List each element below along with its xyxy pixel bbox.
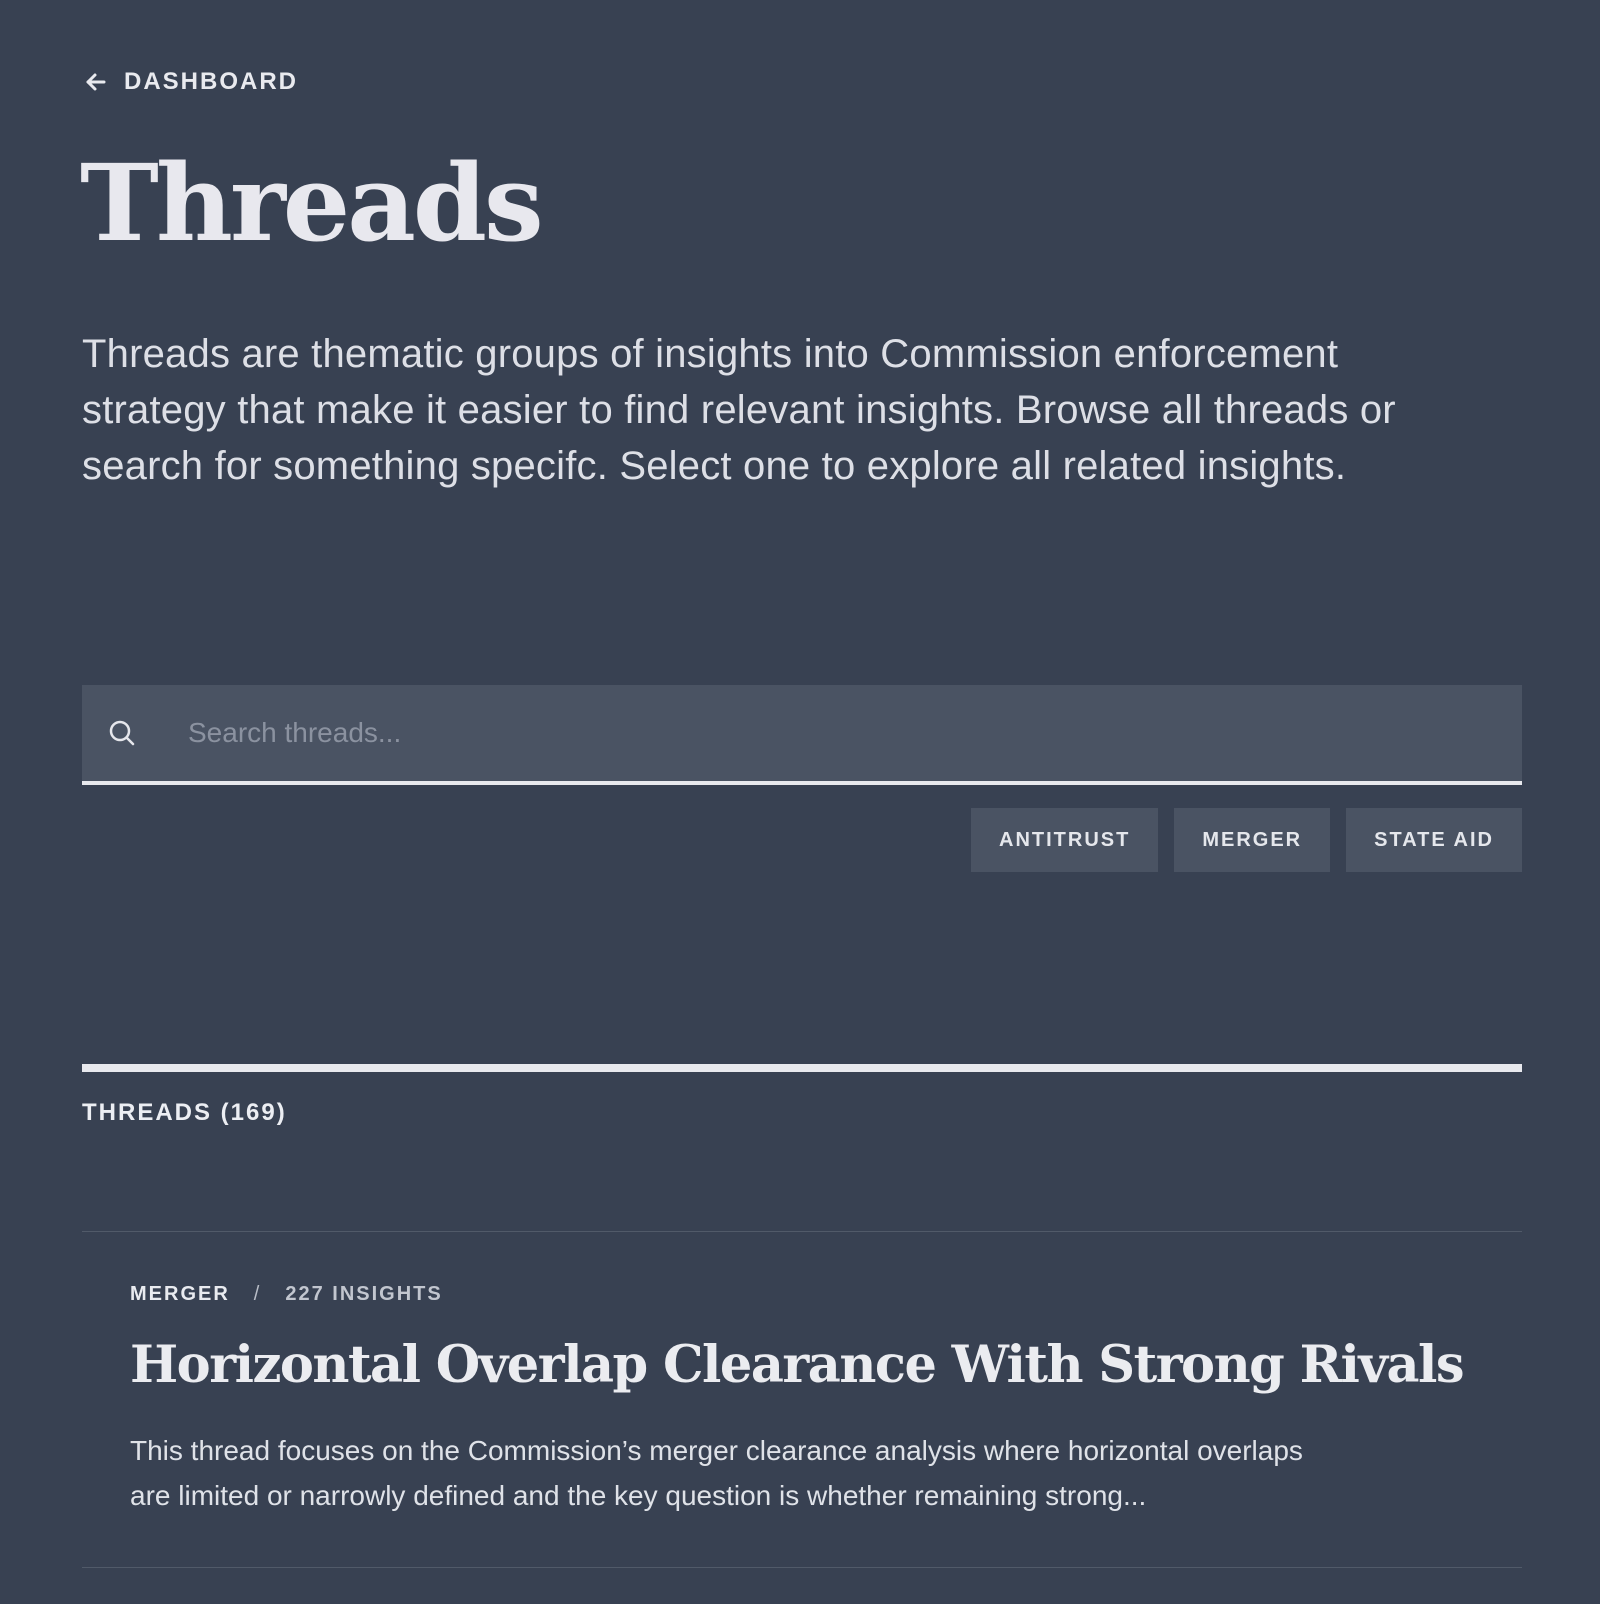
thread-insights-count: 227 INSIGHTS	[285, 1283, 443, 1305]
filter-state-aid-button[interactable]: STATE AID	[1346, 808, 1522, 872]
arrow-left-icon	[82, 68, 110, 96]
filter-merger-button[interactable]: MERGER	[1174, 808, 1331, 872]
page-intro: Threads are thematic groups of insights …	[82, 332, 1396, 488]
search-icon	[108, 719, 136, 747]
thread-category: MERGER	[130, 1283, 230, 1305]
page-title: Threads	[80, 140, 544, 265]
thread-list-bottom-divider	[82, 1567, 1522, 1568]
back-to-dashboard-link[interactable]: DASHBOARD	[82, 68, 298, 96]
filter-buttons: ANTITRUST MERGER STATE AID	[971, 808, 1522, 872]
search-bar	[82, 685, 1522, 785]
section-divider	[82, 1064, 1522, 1072]
threads-count-label: THREADS (169)	[82, 1099, 287, 1126]
filter-antitrust-button[interactable]: ANTITRUST	[971, 808, 1159, 872]
thread-card[interactable]: MERGER / 227 INSIGHTS Horizontal Overlap…	[130, 1232, 1490, 1567]
thread-title: Horizontal Overlap Clearance With Strong…	[130, 1335, 1465, 1395]
thread-description: This thread focuses on the Commission’s …	[130, 1435, 1303, 1511]
back-link-label: DASHBOARD	[124, 68, 298, 95]
thread-meta: MERGER / 227 INSIGHTS	[130, 1284, 443, 1304]
thread-meta-separator: /	[253, 1283, 262, 1305]
search-input[interactable]	[186, 702, 1390, 764]
